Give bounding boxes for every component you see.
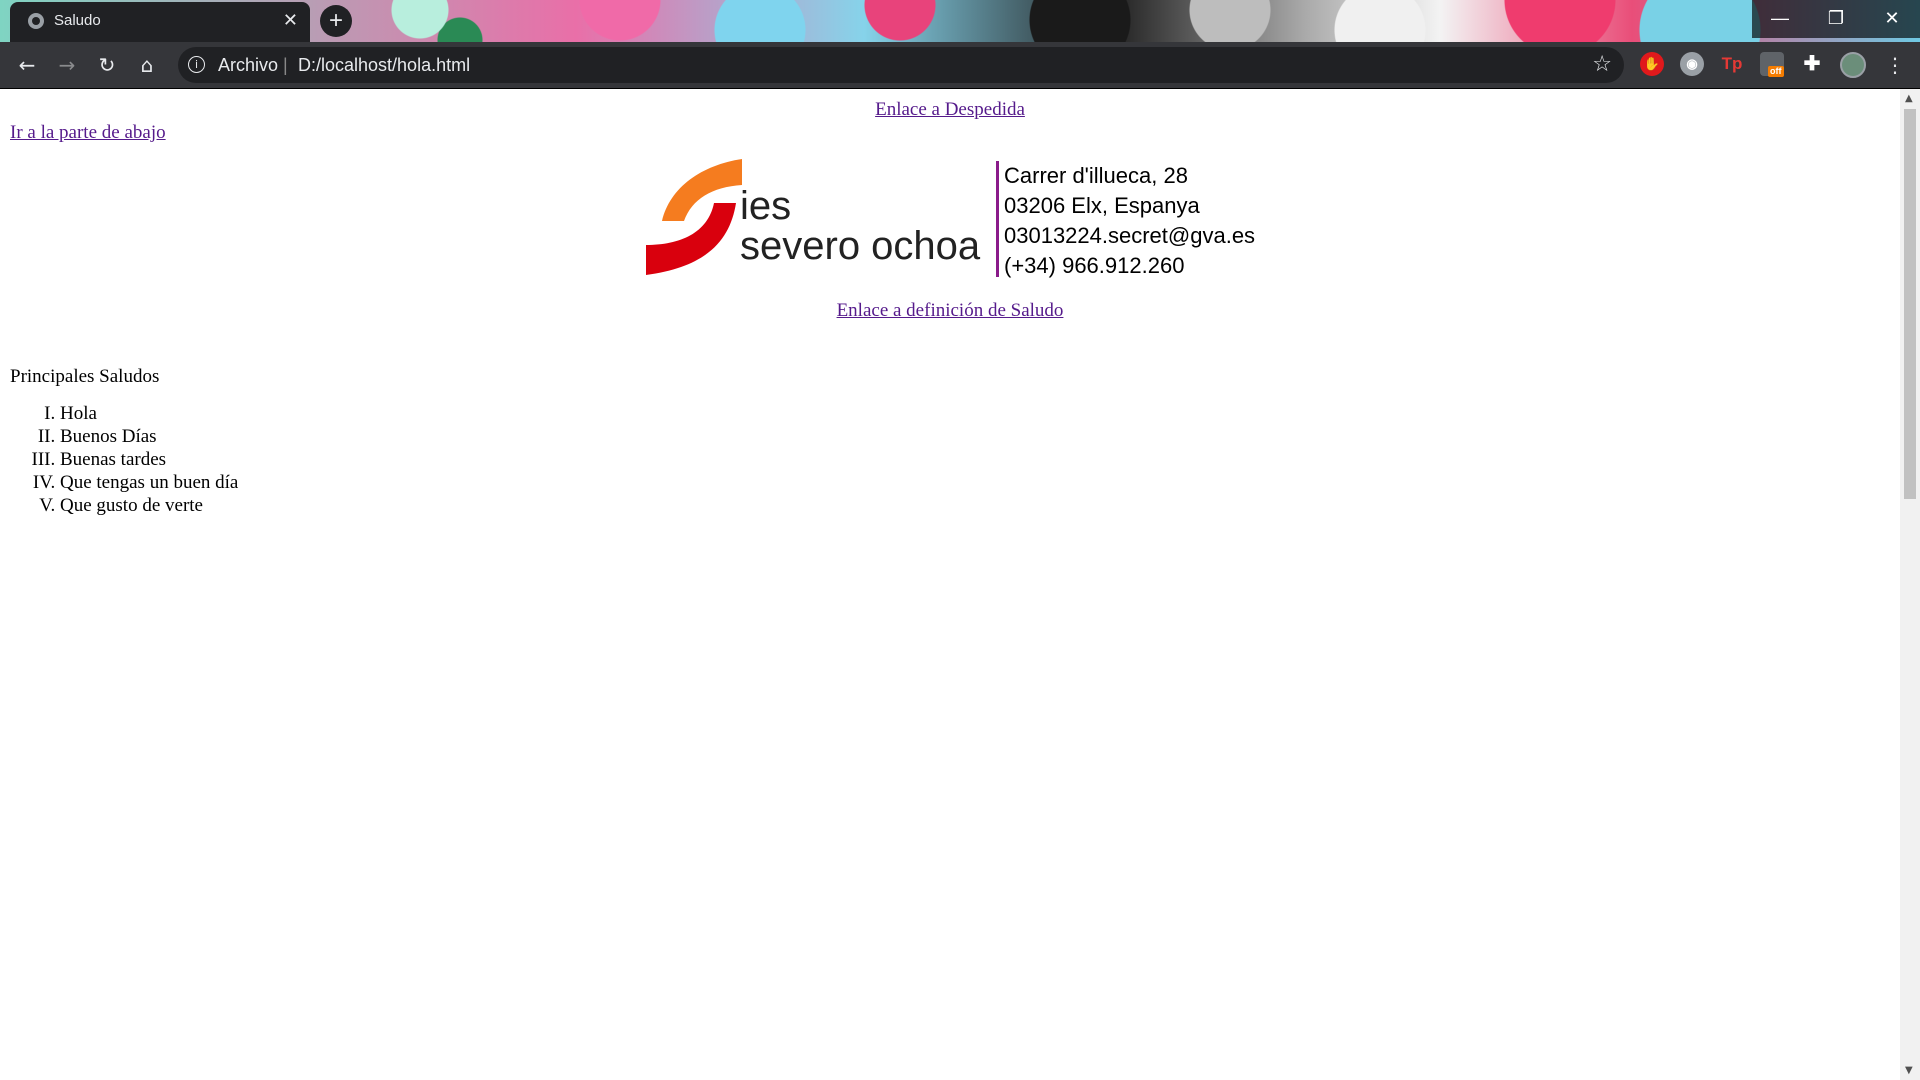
scroll-down-arrow-icon[interactable]: ▼ (1905, 1065, 1913, 1076)
url-separator: | (283, 55, 288, 75)
off-badge: off (1768, 66, 1784, 77)
tab-saludo[interactable]: Saludo ✕ (10, 2, 310, 42)
list-heading: Principales Saludos (10, 366, 160, 387)
logo-address-line2: 03206 Elx, Espanya (1004, 193, 1200, 218)
window-titlebar: Saludo ✕ + — ❐ ✕ (0, 0, 1920, 42)
list-item: Que gusto de verte (60, 494, 238, 517)
scrollbar-thumb[interactable] (1904, 109, 1916, 499)
discord-extension-icon[interactable]: ◉ (1680, 52, 1704, 76)
reload-icon[interactable]: ↻ (92, 50, 122, 80)
list-item: Buenos Días (60, 425, 238, 448)
address-bar[interactable]: i Archivo | D:/localhost/hola.html ☆ (178, 47, 1624, 83)
tp-extension-icon[interactable]: Tp (1720, 52, 1744, 76)
forward-icon[interactable]: → (52, 50, 82, 80)
saludos-list: Hola Buenos Días Buenas tardes Que tenga… (0, 402, 238, 517)
page-content: Enlace a Despedida Ir a la parte de abaj… (0, 89, 1900, 1080)
url-scheme-label: Archivo (218, 55, 279, 75)
link-definicion-saludo[interactable]: Enlace a definición de Saludo (837, 300, 1064, 321)
browser-toolbar: ← → ↻ ⌂ i Archivo | D:/localhost/hola.ht… (0, 42, 1920, 89)
link-saludo-container: Enlace a definición de Saludo (0, 300, 1900, 322)
off-extension-icon[interactable]: off (1760, 52, 1784, 77)
globe-favicon-icon (28, 13, 44, 29)
back-icon[interactable]: ← (12, 50, 42, 80)
home-icon[interactable]: ⌂ (132, 50, 162, 80)
profile-avatar-icon[interactable] (1840, 52, 1866, 78)
site-info-icon[interactable]: i (188, 56, 205, 73)
logo-divider (996, 161, 999, 277)
restore-button[interactable]: ❐ (1808, 0, 1864, 38)
logo-name-line2: severo ochoa (740, 224, 981, 268)
url-text[interactable]: D:/localhost/hola.html (298, 55, 470, 76)
bookmark-star-icon[interactable]: ☆ (1592, 52, 1612, 77)
list-item: Que tengas un buen día (60, 471, 238, 494)
logo-red-swoosh (646, 203, 736, 275)
link-despedida-container: Enlace a Despedida (0, 99, 1900, 121)
logo-name-line1: ies (740, 184, 791, 228)
close-window-button[interactable]: ✕ (1864, 0, 1920, 38)
tab-title: Saludo (54, 12, 101, 29)
tab-close-icon[interactable]: ✕ (283, 10, 298, 31)
extensions-puzzle-icon[interactable]: ✚ (1800, 52, 1824, 76)
new-tab-button[interactable]: + (320, 5, 352, 37)
link-ir-abajo[interactable]: Ir a la parte de abajo (10, 122, 166, 144)
scroll-up-arrow-icon[interactable]: ▲ (1905, 93, 1913, 104)
list-item: Buenas tardes (60, 448, 238, 471)
logo-phone: (+34) 966.912.260 (1004, 253, 1184, 278)
logo-email: 03013224.secret@gva.es (1004, 223, 1255, 248)
list-item: Hola (60, 402, 238, 425)
vertical-scrollbar[interactable]: ▲ ▼ (1900, 89, 1920, 1080)
link-despedida[interactable]: Enlace a Despedida (875, 99, 1025, 120)
logo-address-line1: Carrer d'illueca, 28 (1004, 163, 1188, 188)
ies-severo-ochoa-logo: ies severo ochoa Carrer d'illueca, 28 03… (646, 159, 1255, 278)
adblock-extension-icon[interactable]: ✋ (1640, 52, 1664, 76)
minimize-button[interactable]: — (1752, 0, 1808, 38)
menu-kebab-icon[interactable]: ⋮ (1880, 50, 1910, 80)
